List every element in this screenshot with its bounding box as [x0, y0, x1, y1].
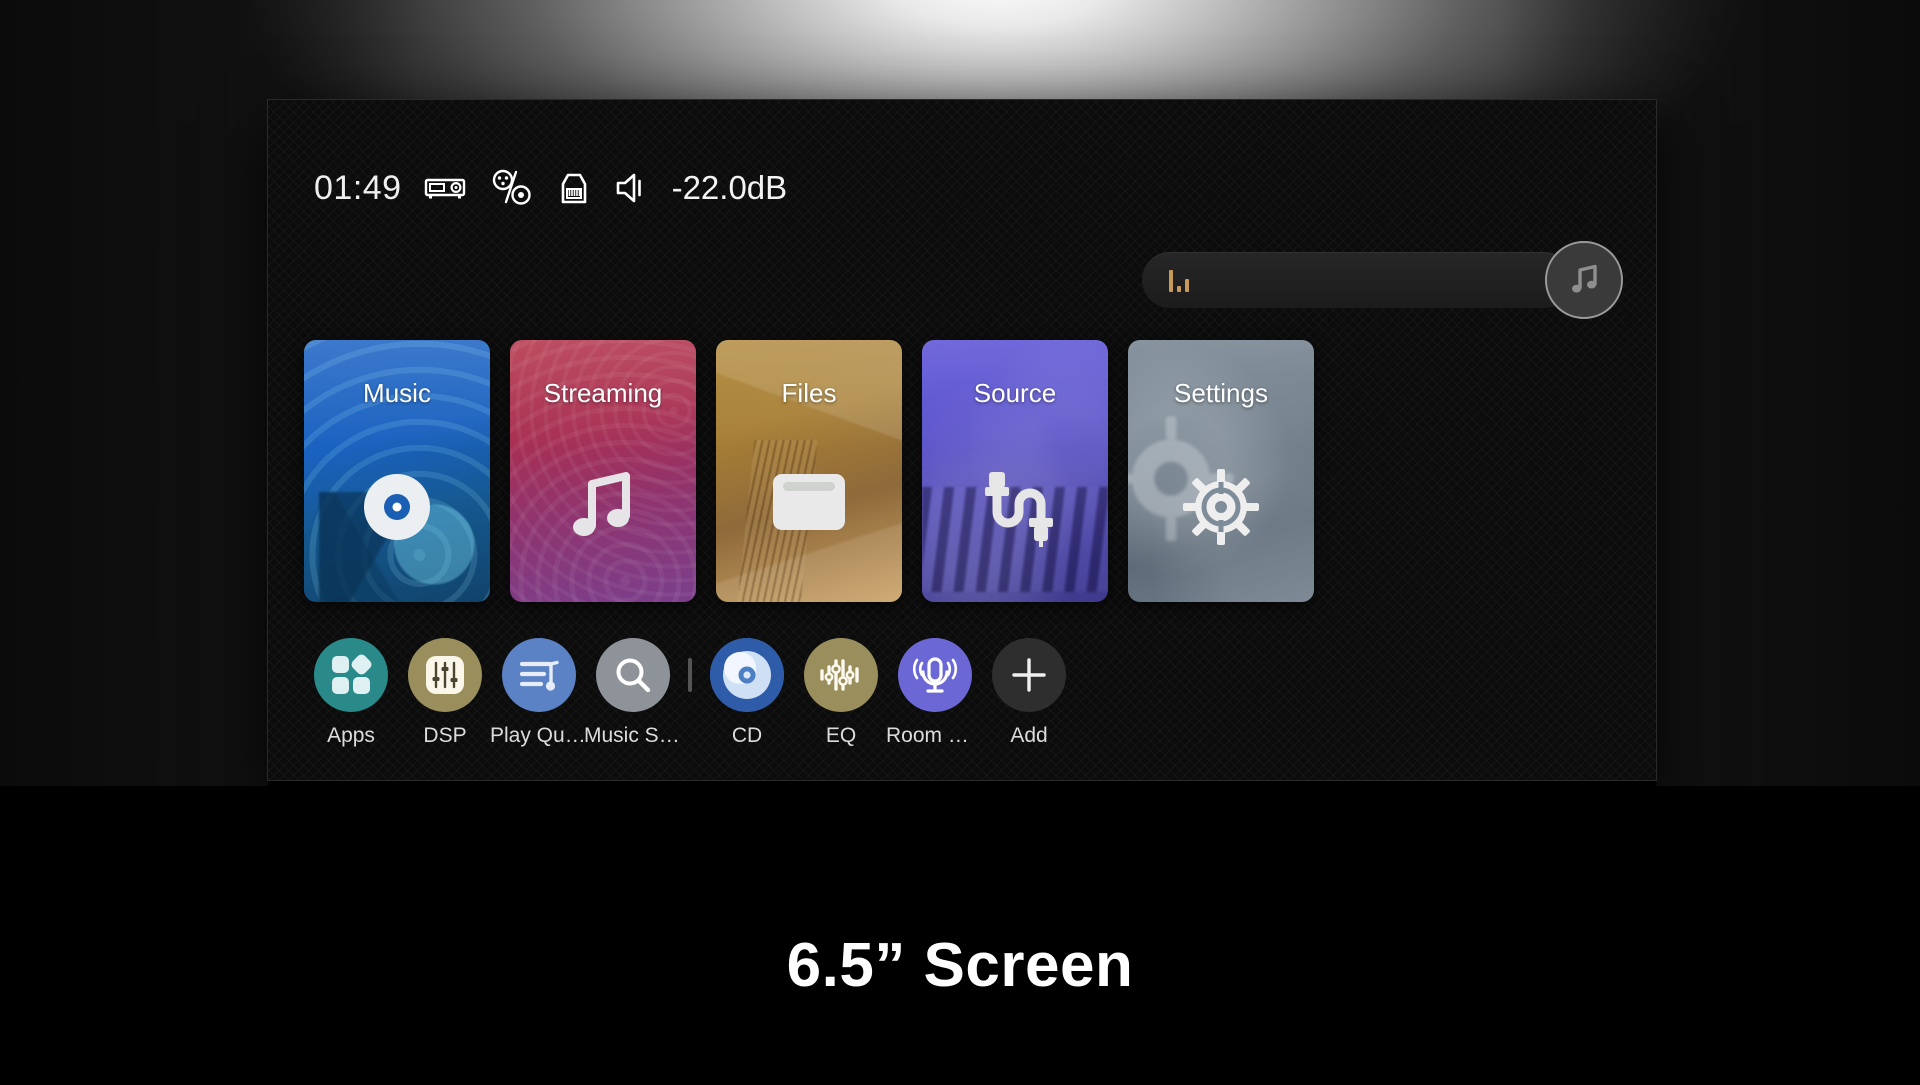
dock-label: Music Se…	[584, 724, 682, 747]
tile-label: Music	[363, 378, 431, 408]
music-note-icon	[510, 468, 696, 546]
dock-item-cd[interactable]: CD	[700, 638, 794, 748]
vu-meter-icon	[1169, 268, 1189, 292]
play-queue-icon	[502, 638, 576, 712]
tile-source[interactable]: Source	[922, 340, 1108, 602]
tile-label: Streaming	[543, 378, 663, 408]
equalizer-icon	[804, 638, 878, 712]
dsp-sliders-icon	[408, 638, 482, 712]
dock-item-eq[interactable]: EQ	[794, 638, 888, 748]
dock-label: CD	[731, 724, 763, 747]
dock-item-room-correction[interactable]: Room Co…	[886, 638, 984, 748]
gear-icon	[1128, 468, 1314, 546]
tile-streaming[interactable]: Streaming	[510, 340, 696, 602]
search-icon	[596, 638, 670, 712]
dock-label: Apps	[327, 724, 375, 747]
dock-item-play-queue[interactable]: Play Queue	[490, 638, 588, 748]
xlr-rca-balance-icon[interactable]	[490, 169, 534, 207]
tile-label: Files	[781, 378, 837, 408]
dock-label: Play Queue	[490, 724, 588, 747]
tile-files[interactable]: Files	[716, 340, 902, 602]
tile-settings[interactable]: Settings	[1128, 340, 1314, 602]
screenshot-stage: 01:49 -22.0dB Music Streaming Files Sour…	[0, 0, 1920, 1085]
dock-item-dsp[interactable]: DSP	[398, 638, 492, 748]
status-bar: 01:49 -22.0dB	[314, 162, 787, 214]
dock-label: Room Co…	[886, 724, 984, 747]
dock-separator	[688, 658, 692, 692]
music-note-icon	[1572, 264, 1597, 293]
connector-cable-icon	[922, 468, 1108, 550]
caption-text: 6.5” Screen	[786, 931, 1134, 1000]
dock-shortcut-row: Apps DSP Play Queu Music Se… CD EQ Room …	[304, 638, 1076, 748]
amplifier-device-icon[interactable]	[424, 173, 468, 203]
now-playing-button[interactable]	[1545, 241, 1623, 319]
ethernet-rj45-icon[interactable]	[556, 171, 592, 205]
volume-level: -22.0dB	[671, 169, 788, 206]
dock-item-add[interactable]: Add	[982, 638, 1076, 748]
head-unit-device: 01:49 -22.0dB Music Streaming Files Sour…	[268, 100, 1656, 780]
dock-item-music-search[interactable]: Music Se…	[584, 638, 682, 748]
dock-label: EQ	[825, 724, 857, 747]
app-tile-row: Music Streaming Files Source Settings	[304, 340, 1314, 602]
folder-icon	[716, 468, 902, 534]
vinyl-record-icon	[304, 468, 490, 546]
now-playing-bar[interactable]	[1142, 252, 1572, 308]
dock-item-apps[interactable]: Apps	[304, 638, 398, 748]
cd-disc-icon	[710, 638, 784, 712]
microphone-icon	[898, 638, 972, 712]
tile-label: Source	[973, 378, 1057, 408]
speaker-volume-icon[interactable]	[614, 171, 648, 205]
dock-label: DSP	[423, 724, 467, 747]
plus-icon	[992, 638, 1066, 712]
apps-grid-icon	[314, 638, 388, 712]
touch-screen[interactable]: 01:49 -22.0dB Music Streaming Files Sour…	[268, 100, 1656, 780]
device-lower-body	[268, 780, 1656, 876]
tile-music[interactable]: Music	[304, 340, 490, 602]
clock: 01:49	[314, 168, 402, 207]
dock-label: Add	[1010, 724, 1048, 747]
tile-label: Settings	[1174, 378, 1268, 408]
